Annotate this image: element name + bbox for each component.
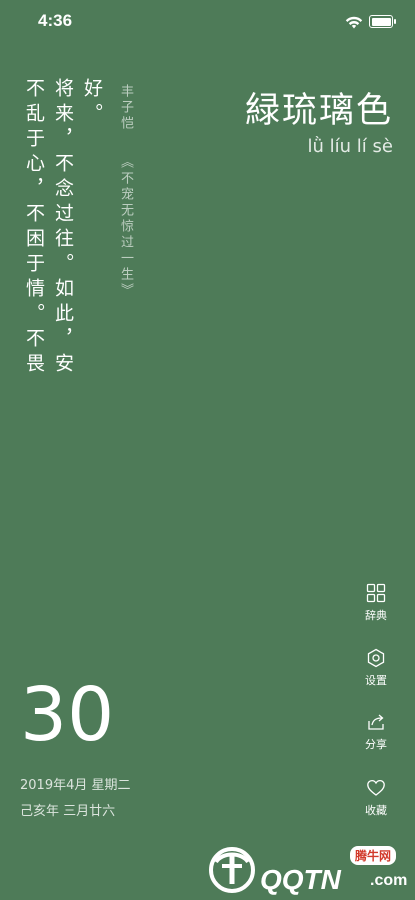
battery-icon [369, 15, 396, 28]
status-time: 4:36 [38, 11, 73, 30]
settings-button[interactable]: 设置 [358, 648, 394, 688]
status-bar: 4:36 [0, 0, 415, 44]
watermark: QQTN .com 腾牛网 [200, 842, 410, 898]
poem-source: 《不宠无惊过一生》 [118, 155, 133, 300]
watermark-tag: 腾牛网 [350, 846, 397, 865]
poem-author: 丰子恺 [118, 84, 133, 132]
poem-line-3: 不乱于心，不困于情。不畏 [23, 78, 45, 378]
date-gregorian: 2019年4月 星期二 [20, 778, 131, 793]
poem-line-2: 将来，不念过往。如此，安 [52, 78, 74, 378]
favorite-label: 收藏 [365, 804, 387, 817]
heart-icon [367, 779, 385, 796]
settings-icon [367, 648, 385, 668]
poem-line-1: 好。 [81, 78, 103, 128]
share-icon [368, 714, 384, 730]
settings-label: 设置 [365, 674, 387, 687]
favorite-button[interactable]: 收藏 [358, 778, 394, 818]
watermark-brand: QQTN [260, 864, 341, 895]
share-button[interactable]: 分享 [358, 712, 394, 752]
color-name: 緑琉璃色 [244, 91, 393, 131]
poem-attribution: 丰子恺 《不宠无惊过一生》 [116, 84, 135, 299]
qqtn-logo-icon [209, 847, 255, 893]
dictionary-label: 辞典 [365, 609, 387, 622]
date-lunar: 己亥年 三月廿六 [20, 804, 116, 819]
wifi-icon [345, 14, 363, 33]
grid-icon [366, 583, 386, 603]
watermark-suffix: .com [370, 872, 408, 889]
dictionary-button[interactable]: 辞典 [358, 583, 394, 623]
color-pinyin: lǜ líu lí sè [307, 136, 393, 157]
day-number: 30 [20, 672, 115, 758]
share-label: 分享 [365, 738, 387, 751]
